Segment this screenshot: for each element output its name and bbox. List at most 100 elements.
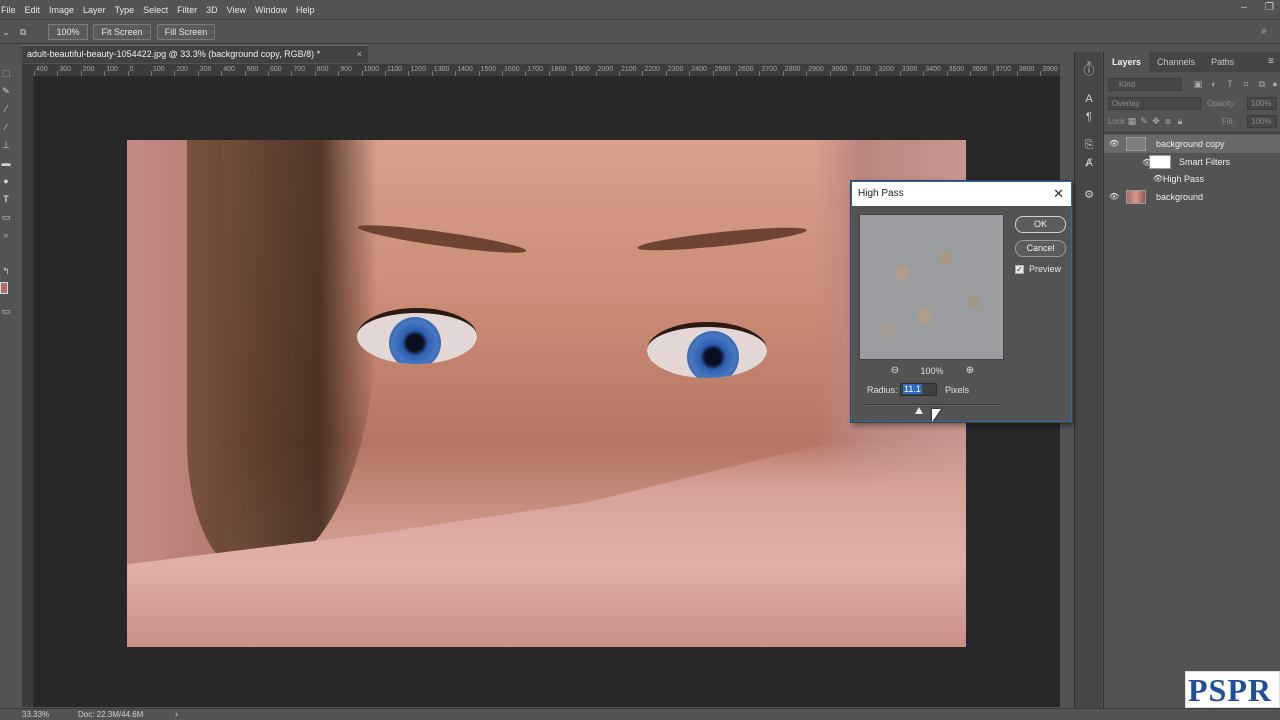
- clone-stamp-tool-icon[interactable]: ⊥: [1, 140, 11, 150]
- ruler-tick-label: 2800: [784, 66, 801, 73]
- document-tab[interactable]: adult-beautiful-beauty-1054422.jpg @ 33.…: [22, 45, 368, 63]
- shape-tool-icon[interactable]: ▭: [1, 212, 11, 222]
- ruler-tick-label: 3200: [878, 66, 894, 73]
- menu-type[interactable]: Type: [112, 5, 141, 15]
- radius-input[interactable]: 11.1: [900, 383, 937, 396]
- swap-colors-icon[interactable]: ↰: [1, 266, 11, 276]
- menu-image[interactable]: Image: [46, 5, 80, 15]
- zoom-in-icon[interactable]: ⊕: [964, 365, 976, 377]
- ok-button[interactable]: OK: [1015, 216, 1066, 233]
- fill-input[interactable]: 100%: [1247, 115, 1277, 128]
- character-icon[interactable]: A: [1082, 92, 1096, 106]
- menu-window[interactable]: Window: [252, 5, 293, 15]
- zoom-100-button[interactable]: 100%: [48, 24, 88, 40]
- visibility-eye-icon[interactable]: 👁︎: [1153, 174, 1163, 184]
- magic-wand-tool-icon[interactable]: ✎: [1, 86, 11, 96]
- chevron-down-icon[interactable]: ⌄: [1, 27, 11, 37]
- menu-file[interactable]: File: [0, 5, 22, 15]
- kind-filter-select[interactable]: Kind: [1108, 78, 1182, 91]
- layer-row-background[interactable]: 👁︎ background: [1104, 188, 1280, 206]
- ruler-tick-mark: [853, 71, 854, 76]
- dodge-tool-icon[interactable]: ●: [1, 176, 11, 186]
- filter-type-icon[interactable]: T: [1224, 78, 1236, 90]
- ruler-tick-mark: [385, 71, 386, 76]
- fit-screen-button[interactable]: Fit Screen: [93, 24, 151, 40]
- layer-thumbnail: [1126, 137, 1146, 151]
- opacity-label: Opacity:: [1207, 99, 1237, 108]
- menu-view[interactable]: View: [224, 5, 252, 15]
- menu-filter[interactable]: Filter: [174, 5, 203, 15]
- filter-shape-icon[interactable]: ⌗: [1240, 78, 1252, 90]
- visibility-eye-icon[interactable]: 👁︎: [1109, 139, 1119, 149]
- layer-row-high-pass[interactable]: 👁︎ High Pass: [1104, 171, 1280, 187]
- zoom-tool-icon[interactable]: ⌕: [1, 230, 11, 240]
- layer-row-background-copy[interactable]: 👁︎ background copy: [1104, 135, 1280, 153]
- fill-screen-button[interactable]: Fill Screen: [157, 24, 215, 40]
- ruler-tick-mark: [619, 71, 620, 76]
- vertical-ruler: [22, 77, 34, 707]
- visibility-eye-icon[interactable]: 👁︎: [1109, 192, 1119, 202]
- restore-icon[interactable]: ❐: [1265, 2, 1274, 13]
- layer-name: background: [1156, 192, 1204, 202]
- menu-layer[interactable]: Layer: [80, 5, 112, 15]
- filter-smart-object-icon[interactable]: ⧉: [1256, 78, 1268, 90]
- status-doc-size: Doc: 22.3M/44.6M: [78, 710, 144, 719]
- properties-icon[interactable]: ⚙: [1082, 188, 1096, 202]
- tab-paths[interactable]: Paths: [1203, 52, 1242, 72]
- clone-source-icon[interactable]: ⎘: [1082, 138, 1096, 152]
- blend-mode-select[interactable]: Overlay: [1108, 97, 1201, 110]
- lock-all-icon[interactable]: 🔒︎: [1174, 115, 1186, 127]
- dialog-title-bar[interactable]: High Pass ✕: [852, 182, 1071, 206]
- gradient-tool-icon[interactable]: ▬: [1, 158, 11, 168]
- filter-pixel-icon[interactable]: ▣: [1192, 78, 1204, 90]
- ruler-tick-mark: [502, 71, 503, 76]
- type-tool-icon[interactable]: T: [1, 194, 11, 204]
- ruler-tick-mark: [361, 71, 363, 76]
- screen-mode-icon[interactable]: ▭: [1, 306, 11, 316]
- menu-edit[interactable]: Edit: [22, 5, 47, 15]
- ruler-tick-mark: [478, 71, 480, 76]
- cancel-button[interactable]: Cancel: [1015, 240, 1066, 257]
- glyphs-icon[interactable]: Ⱥ: [1082, 156, 1096, 170]
- watermark-logo: PSPR: [1185, 671, 1280, 708]
- close-icon[interactable]: ✕: [1053, 182, 1064, 206]
- ruler-tick-mark: [408, 71, 410, 76]
- panel-menu-icon[interactable]: ≡: [1268, 56, 1274, 67]
- brush-tool-icon[interactable]: ∕: [1, 122, 11, 132]
- menu-help[interactable]: Help: [293, 5, 321, 15]
- hand-tool-options-icon[interactable]: ⧉: [18, 27, 28, 37]
- tab-channels[interactable]: Channels: [1149, 52, 1203, 72]
- lock-artboard-icon[interactable]: ⧈: [1162, 115, 1174, 127]
- preview-checkbox[interactable]: ✓: [1015, 265, 1024, 274]
- ruler-corner: [22, 64, 34, 77]
- lock-transparency-icon[interactable]: ▦: [1126, 115, 1138, 127]
- info-icon[interactable]: ⓘ: [1082, 64, 1096, 78]
- search-icon[interactable]: ⌕: [1259, 26, 1269, 37]
- ruler-tick-mark: [455, 71, 457, 76]
- status-zoom[interactable]: 33.33%: [22, 710, 49, 719]
- ruler-tick-mark: [268, 71, 269, 76]
- lock-pixels-icon[interactable]: ✎: [1138, 115, 1150, 127]
- menu-select[interactable]: Select: [140, 5, 174, 15]
- minimize-icon[interactable]: –: [1241, 2, 1247, 13]
- paragraph-icon[interactable]: ¶: [1082, 110, 1096, 124]
- foreground-color-swatch[interactable]: [0, 282, 8, 294]
- radius-slider-thumb[interactable]: [915, 407, 923, 414]
- lock-position-icon[interactable]: ✥: [1150, 115, 1162, 127]
- ruler-tick-label: 400: [36, 66, 48, 73]
- menu-3d[interactable]: 3D: [203, 5, 224, 15]
- marquee-tool-icon[interactable]: ⬚: [1, 68, 11, 78]
- layer-thumbnail: [1126, 190, 1146, 204]
- ruler-tick-label: 1800: [550, 66, 567, 73]
- radius-slider-track[interactable]: [865, 404, 1000, 406]
- eyedropper-tool-icon[interactable]: ⁄: [1, 104, 11, 114]
- status-menu-arrow[interactable]: ›: [175, 709, 178, 719]
- zoom-out-icon[interactable]: ⊖: [889, 365, 901, 377]
- opacity-input[interactable]: 100%: [1247, 97, 1277, 110]
- filter-preview[interactable]: [859, 214, 1004, 360]
- tab-layers[interactable]: Layers: [1104, 52, 1150, 72]
- close-icon[interactable]: ×: [357, 46, 362, 63]
- filter-toggle-icon[interactable]: ●: [1269, 78, 1280, 90]
- layer-row-smart-filters[interactable]: 👁︎ Smart Filters: [1104, 154, 1280, 171]
- filter-adjustment-icon[interactable]: ◐: [1208, 78, 1220, 90]
